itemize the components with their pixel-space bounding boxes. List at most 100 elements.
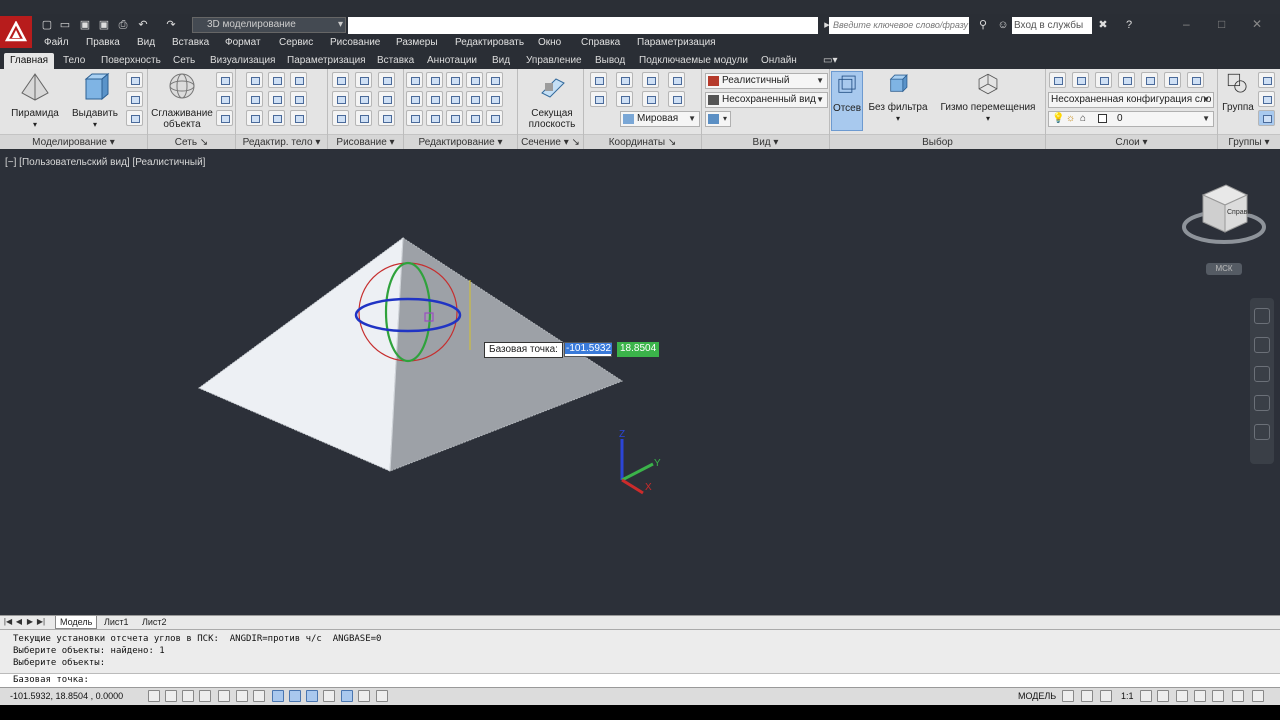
- spline-icon[interactable]: [332, 91, 349, 107]
- slice-icon[interactable]: [290, 110, 307, 126]
- tab-layout2[interactable]: Лист2: [138, 616, 171, 629]
- workspace-dropdown[interactable]: 3D моделирование ▾: [192, 17, 346, 33]
- steering-wheel-icon[interactable]: [1254, 308, 1270, 324]
- object-snap-tracking-icon[interactable]: [272, 690, 284, 702]
- quick-properties-icon[interactable]: [358, 690, 370, 702]
- quick-view-layouts-icon[interactable]: [1062, 690, 1074, 702]
- showmotion-icon[interactable]: [1254, 424, 1270, 440]
- refine-mesh-icon[interactable]: [216, 110, 233, 126]
- undo-icon[interactable]: ↶: [136, 18, 150, 32]
- layer-match-icon[interactable]: [1118, 72, 1135, 88]
- ribbon-toggle-icon[interactable]: ▭▾: [817, 53, 843, 69]
- menu-window[interactable]: Окно: [538, 37, 561, 48]
- mirror3d-icon[interactable]: [406, 110, 423, 126]
- named-view-select[interactable]: Несохраненный вид ▼: [705, 92, 828, 108]
- ucs-select[interactable]: Мировая ▼: [620, 111, 700, 127]
- line-icon[interactable]: [355, 72, 372, 88]
- smooth-mesh-icon[interactable]: [126, 91, 143, 107]
- align3d-icon[interactable]: [406, 91, 423, 107]
- visual-style-select[interactable]: Реалистичный ▼: [705, 73, 828, 89]
- panel-title-section[interactable]: Сечение ▾ ↘: [518, 134, 583, 149]
- auto-scale-icon[interactable]: [1157, 690, 1169, 702]
- rectangle-icon[interactable]: [355, 110, 372, 126]
- infer-constraints-icon[interactable]: [148, 690, 160, 702]
- extrude-faces-icon[interactable]: [290, 72, 307, 88]
- user-icon[interactable]: ☺: [996, 18, 1010, 32]
- new-file-icon[interactable]: ▢: [40, 18, 54, 32]
- close-icon[interactable]: ✕: [1252, 17, 1262, 31]
- ellipse-icon[interactable]: [378, 110, 395, 126]
- tab-insert[interactable]: Вставка: [371, 53, 420, 69]
- polar-tracking-icon[interactable]: [218, 690, 230, 702]
- union-icon[interactable]: [246, 72, 263, 88]
- application-menu-button[interactable]: [0, 16, 32, 48]
- snap-mode-icon[interactable]: [165, 690, 177, 702]
- zoom-icon[interactable]: [1254, 366, 1270, 382]
- signin-field[interactable]: Вход в службы: [1012, 17, 1092, 34]
- scale-icon[interactable]: [466, 72, 483, 88]
- layer-off-icon[interactable]: [1141, 72, 1158, 88]
- viewcube[interactable]: Справа: [1182, 184, 1266, 244]
- tab-output[interactable]: Вывод: [589, 53, 631, 69]
- pyramid-left-face[interactable]: [198, 236, 404, 472]
- isolate-objects-icon[interactable]: [1232, 690, 1244, 702]
- layer-properties-icon[interactable]: [1049, 72, 1066, 88]
- panel-title-groups[interactable]: Группы ▾: [1218, 134, 1280, 149]
- ucs-zaxis-icon[interactable]: [642, 72, 659, 88]
- panel-title-modeling[interactable]: Моделирование ▾: [0, 134, 147, 149]
- arc-icon[interactable]: [378, 72, 395, 88]
- extrude-button[interactable]: Выдавить ▾: [68, 71, 122, 130]
- polygon-icon[interactable]: [332, 110, 349, 126]
- polyline-icon[interactable]: [332, 72, 349, 88]
- menu-tools[interactable]: Сервис: [279, 37, 313, 48]
- workspace-switch-icon[interactable]: [1176, 690, 1188, 702]
- group-button[interactable]: Группа: [1220, 71, 1256, 113]
- tab-surface[interactable]: Поверхность: [95, 53, 167, 69]
- menu-format[interactable]: Формат: [225, 37, 261, 48]
- tab-model[interactable]: Модель: [55, 616, 98, 629]
- save-as-icon[interactable]: ▣: [97, 18, 111, 32]
- layer-states-icon[interactable]: [1072, 72, 1089, 88]
- pan-status-icon[interactable]: [1100, 690, 1112, 702]
- save-icon[interactable]: ▣: [78, 18, 92, 32]
- tab-layout1[interactable]: Лист1: [100, 616, 133, 629]
- annotation-scale[interactable]: 1:1: [1121, 691, 1134, 701]
- panel-title-coordinates[interactable]: Координаты ↘: [584, 134, 701, 149]
- ucs-menu-badge[interactable]: МСК: [1206, 263, 1242, 275]
- layer-freeze-icon[interactable]: [1164, 72, 1181, 88]
- binoculars-icon[interactable]: ⚲: [976, 18, 990, 32]
- separate-icon[interactable]: [268, 91, 285, 107]
- exchange-icon[interactable]: ✖: [1096, 18, 1110, 32]
- tab-online[interactable]: Онлайн: [755, 53, 803, 69]
- dynamic-input-y[interactable]: 18.8504: [617, 342, 659, 357]
- command-line-input[interactable]: Базовая точка:: [0, 673, 1280, 687]
- layer-lock-icon[interactable]: [1187, 72, 1204, 88]
- cull-button[interactable]: Отсев: [831, 71, 863, 131]
- redo-icon[interactable]: ↷: [164, 18, 178, 32]
- panel-title-draw[interactable]: Рисование ▾: [328, 134, 403, 149]
- layer-select[interactable]: 💡 ☼ ⌂ 0 ▼: [1048, 111, 1214, 127]
- ucs-origin-icon[interactable]: [616, 72, 633, 88]
- help-icon[interactable]: ?: [1122, 18, 1136, 32]
- construction-line-icon[interactable]: [355, 91, 372, 107]
- menu-file[interactable]: Файл: [44, 37, 69, 48]
- solid-history-icon[interactable]: [126, 110, 143, 126]
- selection-cycling-icon[interactable]: [376, 690, 388, 702]
- ungroup-icon[interactable]: [1258, 72, 1275, 88]
- model-space-toggle[interactable]: МОДЕЛЬ: [1018, 691, 1056, 701]
- section-plane-button[interactable]: Секущая плоскость: [522, 71, 582, 130]
- menu-insert[interactable]: Вставка: [172, 37, 209, 48]
- layer-state-select[interactable]: Несохраненная конфигурация сло ▼: [1048, 92, 1214, 108]
- menu-help[interactable]: Справка: [581, 37, 620, 48]
- print-icon[interactable]: ⎙: [116, 18, 130, 32]
- menu-edit[interactable]: Правка: [86, 37, 120, 48]
- imprint-icon[interactable]: [268, 110, 285, 126]
- annotation-visibility-icon[interactable]: [1140, 690, 1152, 702]
- orbit-icon[interactable]: [1254, 395, 1270, 411]
- ucs-x-icon[interactable]: [642, 91, 659, 107]
- tab-render[interactable]: Визуализация: [204, 53, 281, 69]
- break-icon[interactable]: [486, 91, 503, 107]
- explode-icon[interactable]: [466, 110, 483, 126]
- tab-solid[interactable]: Тело: [57, 53, 91, 69]
- extract-edges-icon[interactable]: [268, 72, 285, 88]
